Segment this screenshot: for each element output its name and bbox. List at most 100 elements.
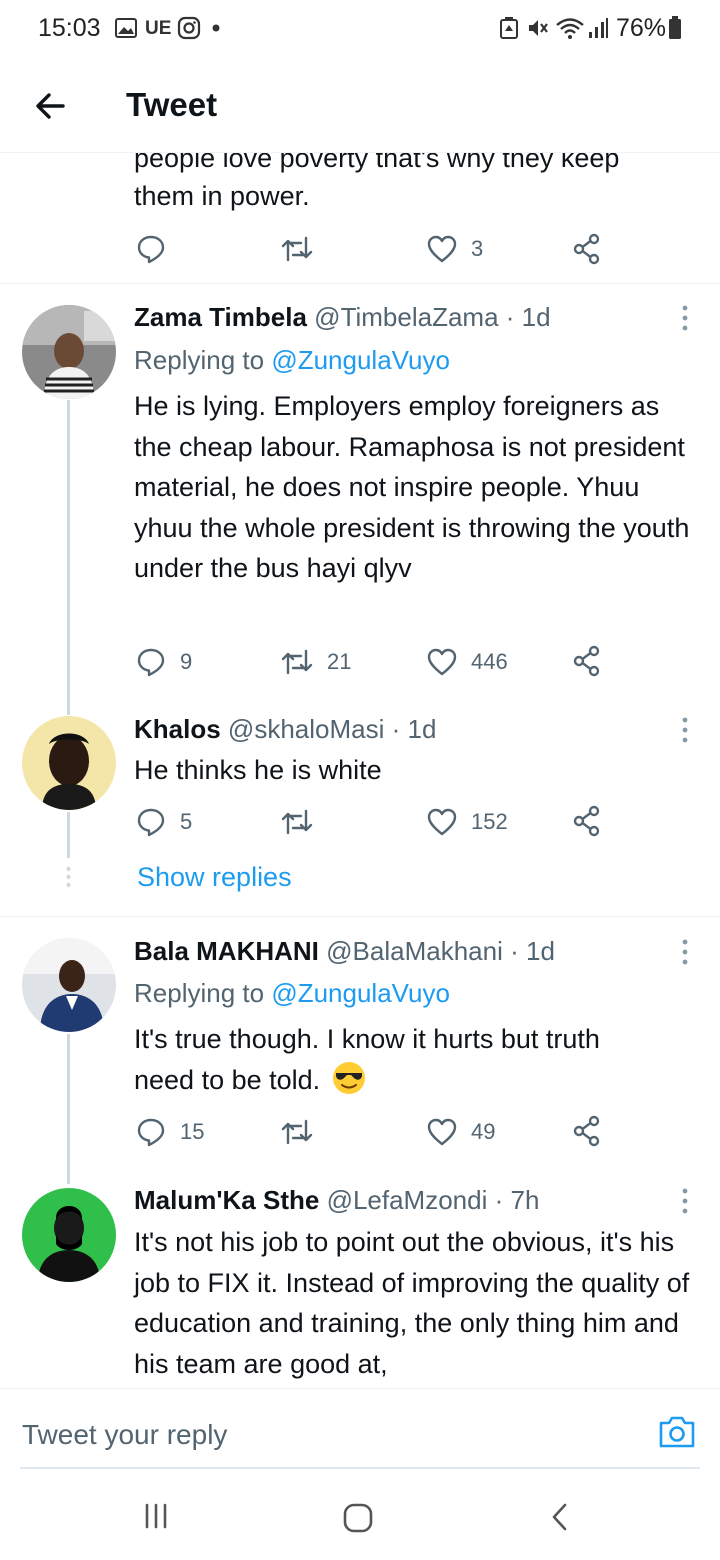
reply-header: Zama Timbela @TimbelaZama · 1d bbox=[134, 301, 551, 333]
gallery-icon bbox=[115, 18, 137, 38]
share-icon bbox=[573, 1115, 600, 1147]
tweet-text: He is lying. Employers employ foreigners… bbox=[134, 391, 690, 583]
reply-action[interactable] bbox=[136, 232, 180, 266]
speech-bubble-icon bbox=[137, 648, 165, 677]
mute-icon bbox=[529, 20, 548, 36]
reply-count: 15 bbox=[180, 1119, 205, 1144]
like-action[interactable]: 152 bbox=[427, 805, 508, 839]
share-icon bbox=[573, 645, 600, 677]
back-nav-icon[interactable] bbox=[548, 1502, 572, 1532]
vertical-dots-icon[interactable] bbox=[680, 304, 690, 332]
retweet-action[interactable] bbox=[281, 805, 327, 839]
status-bar: 15:03 UE 76% bbox=[0, 0, 720, 58]
display-name[interactable]: Bala MAKHANI bbox=[134, 936, 319, 966]
tweet-text-line-1: It's true though. I know it hurts but tr… bbox=[134, 1024, 600, 1054]
reply-header: Malum'Ka Sthe @LefaMzondi · 7h bbox=[134, 1184, 539, 1216]
vertical-dots-icon[interactable] bbox=[680, 716, 690, 744]
divider bbox=[0, 916, 720, 917]
tweet-text: He thinks he is white bbox=[134, 755, 382, 785]
tweet-text: It's not his job to point out the obviou… bbox=[134, 1227, 690, 1379]
handle[interactable]: @TimbelaZama bbox=[314, 302, 498, 332]
display-name[interactable]: Zama Timbela bbox=[134, 302, 307, 332]
instagram-icon bbox=[177, 16, 201, 40]
handle[interactable]: @LefaMzondi bbox=[327, 1185, 488, 1215]
arrow-left-icon[interactable] bbox=[30, 86, 70, 126]
tweet-text-line-2: need to be told. 😎 bbox=[134, 1060, 704, 1101]
vertical-dots-icon[interactable] bbox=[680, 938, 690, 966]
share-action[interactable] bbox=[572, 232, 602, 266]
reply-input[interactable]: Tweet your reply bbox=[22, 1419, 227, 1451]
like-action[interactable]: 49 bbox=[427, 1115, 495, 1149]
wifi-icon bbox=[556, 18, 584, 39]
replying-prefix: Replying to bbox=[134, 978, 265, 1008]
thread-line bbox=[67, 1034, 70, 1184]
top-tweet-last-line: them in power. bbox=[134, 181, 310, 211]
divider bbox=[0, 283, 720, 284]
page-title: Tweet bbox=[126, 86, 218, 123]
avatar-zama[interactable] bbox=[22, 305, 116, 399]
replying-prefix: Replying to bbox=[134, 345, 265, 375]
carrier-badge: UE bbox=[145, 18, 172, 39]
retweet-action[interactable] bbox=[281, 232, 327, 266]
display-name[interactable]: Khalos bbox=[134, 714, 221, 744]
reply-count: 9 bbox=[180, 649, 193, 674]
reply-count: 5 bbox=[180, 809, 193, 834]
reply-action[interactable]: 9 bbox=[136, 645, 192, 679]
reply-composer: Tweet your reply bbox=[0, 1388, 720, 1470]
heart-icon bbox=[427, 648, 457, 676]
like-action[interactable]: 3 bbox=[427, 232, 483, 266]
handle[interactable]: @skhaloMasi bbox=[228, 714, 384, 744]
sunglasses-emoji-icon bbox=[332, 1062, 365, 1094]
tweet-text-line-2-text: need to be told. bbox=[134, 1065, 321, 1095]
thread-line bbox=[67, 400, 70, 715]
camera-icon[interactable] bbox=[658, 1415, 696, 1449]
data-saver-icon bbox=[500, 17, 518, 39]
retweet-icon bbox=[281, 809, 313, 835]
show-replies-link[interactable]: Show replies bbox=[137, 862, 292, 893]
speech-bubble-icon bbox=[137, 808, 165, 837]
home-icon[interactable] bbox=[342, 1502, 374, 1534]
retweet-icon bbox=[281, 1119, 313, 1145]
avatar-khalos[interactable] bbox=[22, 716, 116, 810]
heart-icon bbox=[427, 1118, 457, 1146]
retweet-action[interactable]: 21 bbox=[281, 645, 351, 679]
reply-header: Khalos @skhaloMasi · 1d bbox=[134, 713, 436, 745]
reply-action[interactable]: 5 bbox=[136, 805, 192, 839]
like-count: 3 bbox=[471, 236, 484, 261]
heart-icon bbox=[427, 235, 457, 263]
replying-to: Replying to @ZungulaVuyo bbox=[134, 344, 450, 376]
like-action[interactable]: 446 bbox=[427, 645, 508, 679]
retweet-action[interactable] bbox=[281, 1115, 327, 1149]
thread-dots-icon bbox=[66, 866, 71, 888]
recent-apps-icon[interactable] bbox=[142, 1502, 170, 1530]
app-header: Tweet bbox=[0, 58, 720, 153]
handle[interactable]: @BalaMakhani bbox=[326, 936, 503, 966]
share-icon bbox=[573, 233, 600, 265]
replying-mention[interactable]: @ZungulaVuyo bbox=[271, 978, 450, 1008]
timestamp: · 7h bbox=[494, 1185, 540, 1215]
share-action[interactable] bbox=[572, 644, 602, 678]
timestamp: · 1d bbox=[510, 936, 555, 966]
speech-bubble-icon bbox=[137, 1118, 165, 1147]
vertical-dots-icon[interactable] bbox=[680, 1187, 690, 1215]
retweet-icon bbox=[281, 236, 313, 262]
display-name[interactable]: Malum'Ka Sthe bbox=[134, 1185, 319, 1215]
speech-bubble-icon bbox=[137, 235, 165, 264]
retweet-count: 21 bbox=[327, 649, 352, 674]
share-icon bbox=[573, 805, 600, 837]
battery-percent: 76% bbox=[616, 14, 667, 42]
timestamp: · 1d bbox=[391, 714, 437, 744]
composer-underline bbox=[20, 1467, 700, 1469]
reply-action[interactable]: 15 bbox=[136, 1115, 204, 1149]
retweet-icon bbox=[281, 649, 313, 675]
replying-mention[interactable]: @ZungulaVuyo bbox=[271, 345, 450, 375]
signal-icon bbox=[589, 18, 608, 38]
share-action[interactable] bbox=[572, 804, 602, 838]
avatar-malumka[interactable] bbox=[22, 1188, 116, 1282]
replying-to: Replying to @ZungulaVuyo bbox=[134, 977, 450, 1009]
avatar-bala[interactable] bbox=[22, 938, 116, 1032]
like-count: 446 bbox=[471, 649, 508, 674]
like-count: 152 bbox=[471, 809, 508, 834]
share-action[interactable] bbox=[572, 1114, 602, 1148]
battery-icon bbox=[669, 16, 681, 39]
